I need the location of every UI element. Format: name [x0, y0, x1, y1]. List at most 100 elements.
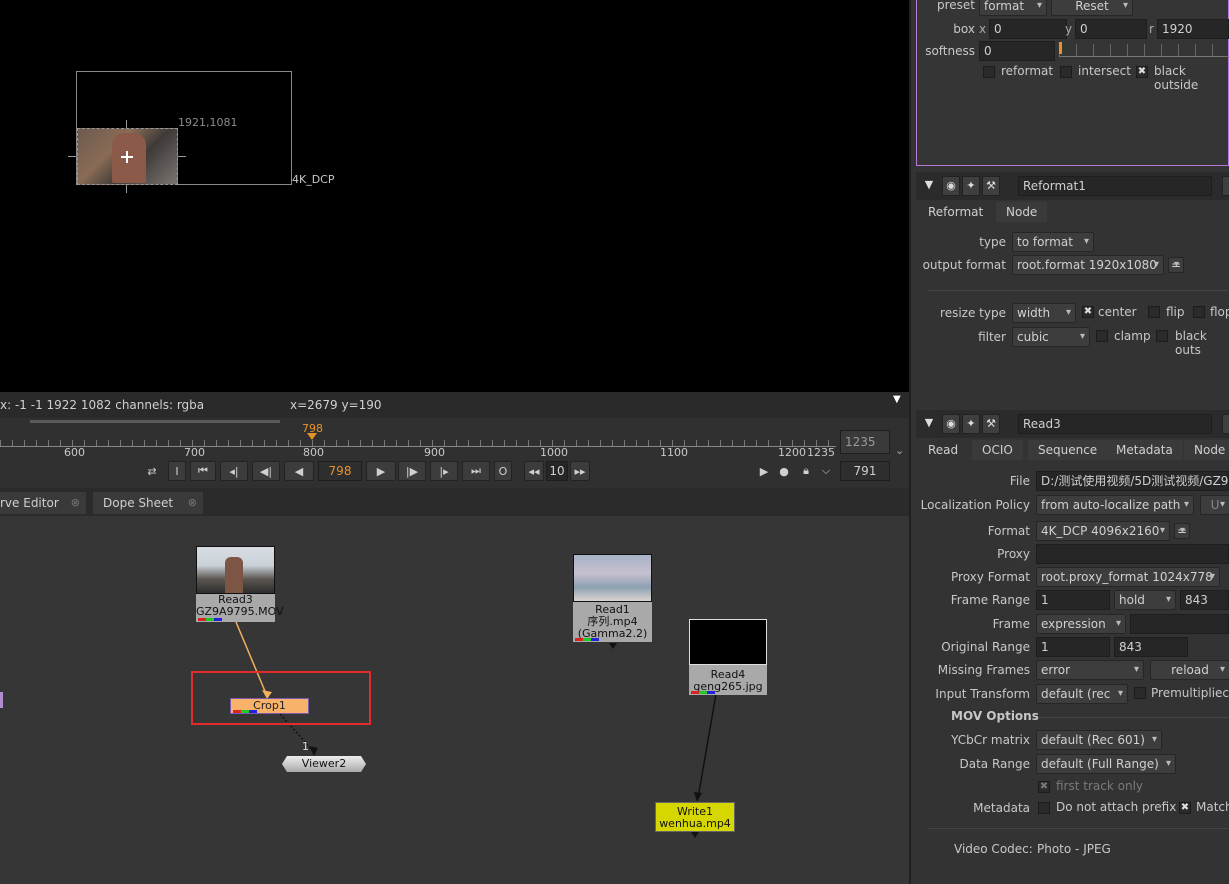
tab-curve-editor[interactable]: rve Editor ⊗ [0, 492, 86, 514]
viewer-toggle-icon[interactable]: ◉ [942, 176, 960, 196]
record-icon[interactable]: ● [776, 461, 792, 481]
center-checkbox[interactable]: ✖ [1082, 306, 1094, 318]
missing-frames-dropdown[interactable]: error [1036, 660, 1144, 680]
tab-dope-sheet[interactable]: Dope Sheet ⊗ [93, 492, 203, 514]
reload-button[interactable]: reload [1150, 660, 1229, 680]
intersect-checkbox[interactable] [1060, 66, 1072, 78]
input-transform-dropdown[interactable]: default (rec [1036, 684, 1128, 704]
clamp-checkbox[interactable] [1096, 330, 1108, 342]
output-format-dropdown[interactable]: root.format 1920x1080 [1012, 255, 1164, 275]
resize-type-dropdown[interactable]: width [1012, 303, 1076, 323]
viewer2-node[interactable]: Viewer2 [282, 756, 366, 772]
preset-dropdown[interactable]: format [979, 0, 1047, 16]
box-y-field[interactable]: 0 [1075, 19, 1147, 39]
match-checkbox[interactable]: ✖ [1179, 802, 1191, 814]
lock-icon[interactable]: 🔒︎ [798, 461, 814, 481]
tab-ocio[interactable]: OCIO [972, 440, 1023, 460]
box-x-field[interactable]: 0 [989, 19, 1067, 39]
next-frame-button[interactable]: |▶ [398, 461, 426, 481]
out-frame-field[interactable]: 791 [840, 461, 890, 481]
crop-handle-right[interactable] [178, 156, 186, 157]
panel-menu-icon[interactable] [1222, 414, 1229, 434]
filter-dropdown[interactable]: cubic [1012, 327, 1090, 347]
viewer-canvas[interactable]: 1921,1081 4K_DCP [0, 0, 909, 392]
flip-checkbox[interactable] [1148, 306, 1160, 318]
crop-handle-left[interactable] [68, 156, 76, 157]
data-range-dropdown[interactable]: default (Full Range) [1036, 754, 1176, 774]
write1-node[interactable]: Write1 wenhua.mp4 [655, 802, 735, 832]
next-keyframe-button[interactable]: |▸ [430, 461, 458, 481]
tab-node[interactable]: Node [1184, 440, 1229, 460]
current-frame-field[interactable]: 798 [318, 461, 362, 481]
crop-handle-bottom[interactable] [126, 185, 127, 193]
crop-handle-top[interactable] [126, 120, 127, 128]
read4-node[interactable]: Read4 geng265.jpg [689, 619, 767, 695]
collapse-icon[interactable]: ▼ [920, 176, 938, 196]
slider-handle[interactable] [1059, 42, 1062, 54]
output-format-edit-button[interactable]: = [1168, 257, 1184, 273]
frame-mode-dropdown[interactable]: expression [1036, 614, 1126, 634]
frame-step-field[interactable]: 10 [546, 461, 568, 481]
settings-wrench-icon[interactable]: ⚒ [982, 414, 1000, 434]
last-frame-button[interactable]: ⏭ [462, 461, 490, 481]
tab-node[interactable]: Node [996, 202, 1048, 222]
read3-node[interactable]: Read3 GZ9A9795.MOV [196, 546, 284, 622]
offscreen-node-edge[interactable] [0, 692, 3, 708]
do-not-attach-prefix-checkbox[interactable] [1038, 802, 1050, 814]
center-crosshair-icon[interactable] [121, 151, 133, 163]
out-point-button[interactable]: O [494, 461, 512, 481]
first-track-only-checkbox[interactable]: ✖ [1038, 781, 1050, 793]
frame-range-mode-dropdown[interactable]: hold [1114, 590, 1176, 610]
expand-icon[interactable]: ⌄ [895, 444, 904, 457]
update-button[interactable]: U [1200, 495, 1229, 515]
node-color-icon[interactable]: ✦ [962, 176, 980, 196]
end-frame-field[interactable]: 1235 [840, 430, 890, 454]
frame-range-end-field[interactable]: 843 [1180, 590, 1229, 610]
skip-back-button[interactable]: ◂◂ [524, 461, 544, 481]
softness-field[interactable]: 0 [979, 41, 1055, 61]
reset-button[interactable]: Reset [1051, 0, 1133, 16]
read1-node[interactable]: Read1 序列.mp4 (Gamma2.2) [573, 554, 652, 649]
tab-reformat[interactable]: Reformat [918, 202, 994, 222]
reformat-checkbox[interactable] [983, 66, 995, 78]
black-outside-checkbox[interactable]: ✖ [1136, 66, 1148, 78]
settings-wrench-icon[interactable]: ⚒ [982, 176, 1000, 196]
format-edit-button[interactable]: = [1174, 523, 1190, 539]
node-name-field[interactable]: Read3 [1018, 414, 1212, 434]
collapse-icon[interactable]: ▼ [920, 414, 938, 434]
node-graph[interactable]: Read3 GZ9A9795.MOV Read1 序列.mp4 (Gamma2.… [0, 516, 909, 884]
play-forward-button[interactable]: ▶ [366, 461, 396, 481]
tab-sequence[interactable]: Sequence [1028, 440, 1108, 460]
frame-range-start-field[interactable]: 1 [1036, 590, 1110, 610]
proxy-field[interactable] [1036, 544, 1229, 564]
crop1-node[interactable]: Crop1 [230, 698, 309, 714]
close-icon[interactable]: ⊗ [188, 492, 197, 514]
timeline-scrollbar[interactable] [30, 420, 280, 423]
snap-icon[interactable]: ⌵ [818, 461, 834, 481]
skip-forward-button[interactable]: ▸▸ [570, 461, 590, 481]
tab-read[interactable]: Read [918, 440, 969, 460]
box-r-field[interactable]: 1920 [1157, 19, 1229, 39]
ycbcr-matrix-dropdown[interactable]: default (Rec 601) [1036, 730, 1162, 750]
panel-menu-icon[interactable] [1222, 176, 1229, 196]
node-name-field[interactable]: Reformat1 [1018, 176, 1212, 196]
file-path-field[interactable]: D:/测试使用视频/5D测试视频/GZ9A [1036, 471, 1229, 491]
play-backward-button[interactable]: ◀ [284, 461, 314, 481]
playback-mode-icon[interactable]: ▶ [756, 461, 772, 481]
proxy-format-dropdown[interactable]: root.proxy_format 1024x778 [1036, 567, 1220, 587]
premultiplied-checkbox[interactable] [1134, 687, 1146, 699]
playhead-icon[interactable] [307, 433, 317, 440]
prev-keyframe-button[interactable]: ◂| [220, 461, 248, 481]
black-outside-checkbox[interactable] [1156, 330, 1168, 342]
timeline-ruler[interactable] [0, 432, 836, 447]
flop-checkbox[interactable] [1193, 306, 1205, 318]
original-range-end-field[interactable]: 843 [1114, 637, 1188, 657]
first-frame-button[interactable]: ⏮ [190, 461, 216, 481]
frame-expression-field[interactable] [1130, 614, 1229, 634]
format-dropdown[interactable]: 4K_DCP 4096x2160 [1036, 521, 1170, 541]
tab-metadata[interactable]: Metadata [1106, 440, 1183, 460]
type-dropdown[interactable]: to format [1012, 232, 1094, 252]
prev-frame-button[interactable]: ◀| [252, 461, 280, 481]
original-range-start-field[interactable]: 1 [1036, 637, 1110, 657]
localization-policy-dropdown[interactable]: from auto-localize path [1036, 495, 1194, 515]
